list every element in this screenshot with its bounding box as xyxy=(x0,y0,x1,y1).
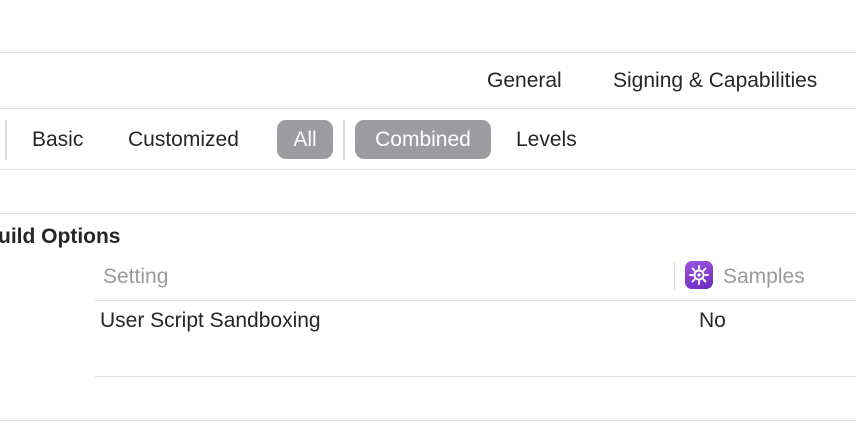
filter-customized-button[interactable]: Customized xyxy=(128,120,239,159)
setting-column-header[interactable]: Setting xyxy=(103,264,168,290)
view-levels-button[interactable]: Levels xyxy=(516,120,577,159)
section-title[interactable]: uild Options xyxy=(0,224,120,250)
setting-name: User Script Sandboxing xyxy=(100,309,321,332)
target-gear-icon xyxy=(685,261,713,289)
column-separator[interactable] xyxy=(674,262,675,290)
segment-divider xyxy=(343,120,345,160)
header-divider xyxy=(95,300,856,301)
filter-all-button[interactable]: All xyxy=(277,120,333,159)
row-divider xyxy=(95,376,856,377)
samples-column-header[interactable]: Samples xyxy=(723,264,805,290)
build-settings-page: General Signing & Capabilities Basic Cus… xyxy=(0,0,856,428)
divider xyxy=(0,213,856,214)
divider xyxy=(0,420,856,421)
tab-signing-capabilities[interactable]: Signing & Capabilities xyxy=(613,68,817,94)
tab-general[interactable]: General xyxy=(487,68,562,94)
divider xyxy=(0,169,856,170)
divider xyxy=(0,108,856,109)
setting-value[interactable]: No xyxy=(699,308,726,334)
segment-divider xyxy=(5,120,7,160)
view-combined-button[interactable]: Combined xyxy=(355,120,491,159)
filter-basic-button[interactable]: Basic xyxy=(32,120,83,159)
divider xyxy=(0,52,856,53)
